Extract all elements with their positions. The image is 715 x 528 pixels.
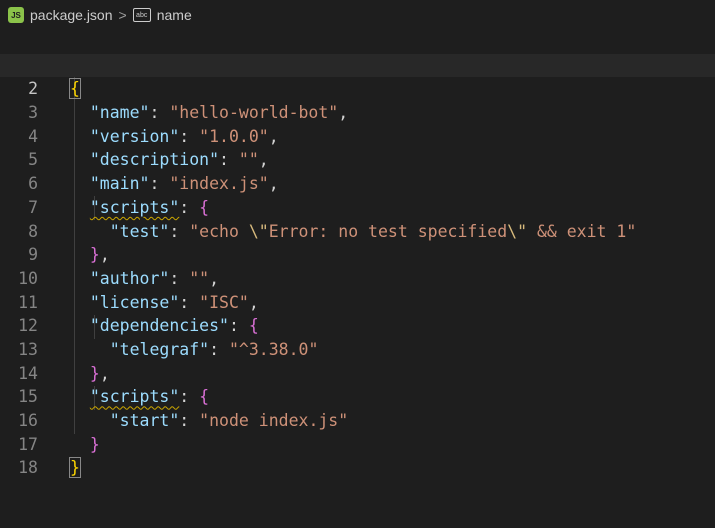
code-editor[interactable]: 1 { 2 "name": "hello-world-bot", 3 "vers…	[0, 30, 715, 479]
breadcrumb: JS package.json > abc name	[0, 0, 715, 30]
breadcrumb-symbol[interactable]: abc name	[132, 7, 192, 23]
code-line: 17 }	[0, 409, 715, 479]
code-line: 9 "author": "",	[0, 220, 715, 288]
code-line: 14 "scripts": {	[0, 338, 715, 407]
code-line: 10 "license": "ISC",	[0, 243, 715, 312]
string-symbol-icon: abc	[132, 8, 151, 22]
code-line: 1 {	[0, 30, 715, 100]
code-line: 11 "dependencies": {	[0, 267, 715, 336]
code-line: 8 },	[0, 196, 715, 265]
code-line: 6 "scripts": {	[0, 148, 715, 217]
breadcrumb-file-label: package.json	[30, 7, 113, 23]
code-line: 18	[0, 433, 715, 477]
code-line: 13 },	[0, 314, 715, 383]
code-line: 4 "description": "",	[0, 101, 715, 170]
close-brace: }	[69, 457, 81, 479]
code-line: 16 }	[0, 385, 715, 454]
breadcrumb-file[interactable]: JS package.json	[8, 7, 113, 23]
code-line: 12 "telegraf": "^3.38.0"	[0, 291, 715, 359]
code-line: 5 "main": "index.js",	[0, 125, 715, 193]
code-line: 3 "version": "1.0.0",	[0, 77, 715, 146]
chevron-right-icon: >	[118, 7, 127, 23]
line-number: 18	[18, 458, 38, 478]
code-line: 15 "start": "node index.js"	[0, 362, 715, 430]
code-line: 7 "test": "echo \"Error: no test specifi…	[0, 172, 715, 241]
code-line-current: 2 "name": "hello-world-bot",	[0, 53, 715, 122]
js-file-icon: JS	[8, 7, 24, 23]
breadcrumb-symbol-label: name	[156, 7, 192, 23]
